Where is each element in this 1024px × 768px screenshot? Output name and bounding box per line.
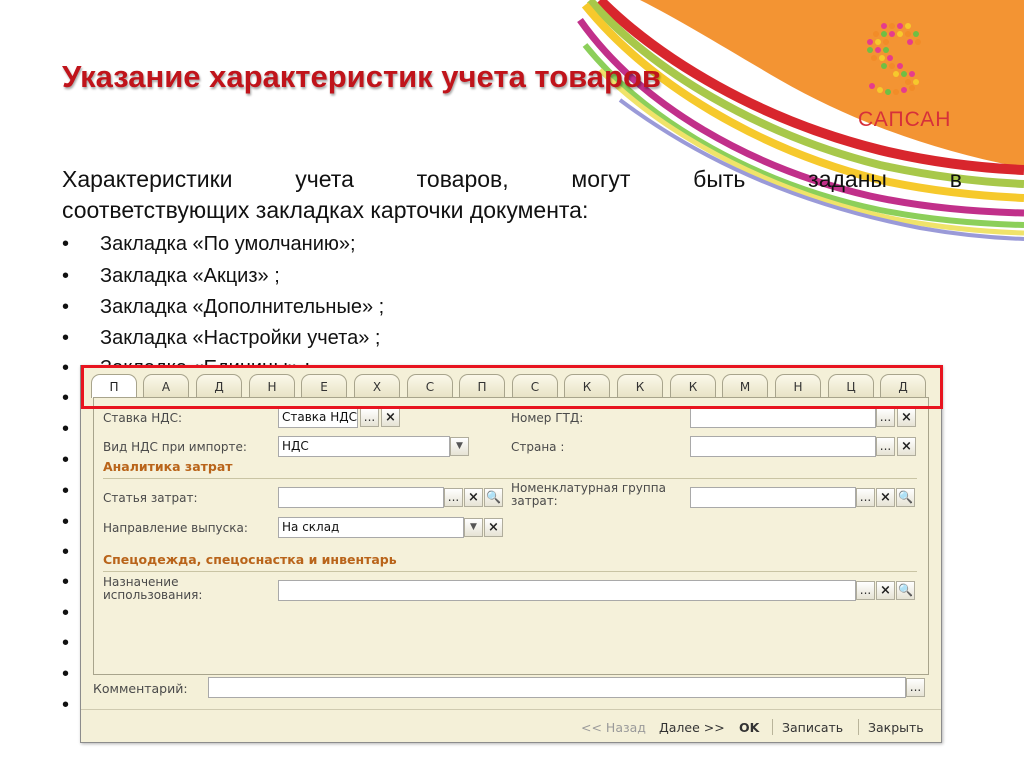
gtd-field[interactable] bbox=[690, 407, 876, 428]
cost-item-search-icon[interactable]: 🔍 bbox=[484, 488, 503, 507]
purpose-select-button[interactable]: ... bbox=[856, 581, 875, 600]
gtd-label: Номер ГТД: bbox=[511, 411, 584, 425]
output-direction-dropdown-icon[interactable]: ▼ bbox=[464, 518, 483, 537]
save-button[interactable]: Записать bbox=[782, 720, 843, 735]
import-vat-select[interactable]: НДС bbox=[278, 436, 450, 457]
output-direction-clear-icon[interactable]: × bbox=[484, 518, 503, 537]
section-divider bbox=[103, 571, 917, 572]
workwear-header: Спецодежда, спецоснастка и инвентарь bbox=[103, 552, 397, 567]
vat-rate-field[interactable]: Ставка НДС bbox=[278, 407, 358, 428]
nomenclature-group-label: Номенклатурная группа затрат: bbox=[511, 481, 666, 508]
intro-word: в bbox=[949, 166, 962, 192]
comment-label: Комментарий: bbox=[93, 681, 188, 696]
comment-select-button[interactable]: ... bbox=[906, 678, 925, 697]
document-card-form: П А Д Н Е Х С П С К К К М Н Ц Д Ставка Н… bbox=[80, 365, 942, 743]
cost-item-select-button[interactable]: ... bbox=[444, 488, 463, 507]
import-vat-label: Вид НДС при импорте: bbox=[103, 440, 247, 454]
country-label: Страна : bbox=[511, 440, 565, 454]
close-button[interactable]: Закрыть bbox=[868, 720, 924, 735]
nomenclature-group-search-icon[interactable]: 🔍 bbox=[896, 488, 915, 507]
intro-word: могут bbox=[571, 166, 631, 192]
intro-word: товаров, bbox=[416, 166, 509, 192]
intro-line-1: Характеристики учета товаров, могут быть… bbox=[62, 164, 962, 195]
purpose-clear-icon[interactable]: × bbox=[876, 581, 895, 600]
output-direction-label: Направление выпуска: bbox=[103, 521, 248, 535]
cost-analytics-header: Аналитика затрат bbox=[103, 459, 233, 474]
intro-word: быть bbox=[693, 166, 746, 192]
cost-item-label: Статья затрат: bbox=[103, 491, 198, 505]
nomenclature-group-clear-icon[interactable]: × bbox=[876, 488, 895, 507]
intro-word: учета bbox=[295, 166, 354, 192]
gtd-select-button[interactable]: ... bbox=[876, 408, 895, 427]
intro-paragraph: Характеристики учета товаров, могут быть… bbox=[62, 164, 962, 226]
cost-item-field[interactable] bbox=[278, 487, 444, 508]
tab-bar-highlight bbox=[81, 365, 943, 409]
import-vat-dropdown-icon[interactable]: ▼ bbox=[450, 437, 469, 456]
comment-field[interactable] bbox=[208, 677, 906, 698]
nomenclature-group-field[interactable] bbox=[690, 487, 856, 508]
intro-word: заданы bbox=[808, 166, 887, 192]
purpose-label: Назначение использования: bbox=[103, 575, 203, 602]
vat-rate-label: Ставка НДС: bbox=[103, 411, 183, 425]
intro-word: Характеристики bbox=[62, 166, 233, 192]
output-direction-select[interactable]: На склад bbox=[278, 517, 464, 538]
ok-button[interactable]: OK bbox=[739, 720, 759, 735]
gtd-clear-icon[interactable]: × bbox=[897, 408, 916, 427]
tab-panel: Ставка НДС: Ставка НДС ... × Номер ГТД: … bbox=[93, 397, 929, 675]
nomenclature-group-select-button[interactable]: ... bbox=[856, 488, 875, 507]
vat-rate-select-button[interactable]: ... bbox=[360, 408, 379, 427]
logo-text: САПСАН bbox=[858, 108, 952, 131]
country-clear-icon[interactable]: × bbox=[897, 437, 916, 456]
purpose-field[interactable] bbox=[278, 580, 856, 601]
logo-dots-icon bbox=[867, 23, 921, 95]
intro-line-2: соответствующих закладках карточки докум… bbox=[62, 197, 589, 223]
back-button[interactable]: << Назад bbox=[581, 720, 646, 735]
form-footer: << Назад Далее >> OK Записать Закрыть bbox=[81, 709, 941, 742]
button-divider bbox=[858, 719, 859, 735]
vat-rate-clear-icon[interactable]: × bbox=[381, 408, 400, 427]
slide-title: Указание характеристик учета товаров bbox=[62, 59, 661, 94]
country-field[interactable] bbox=[690, 436, 876, 457]
button-divider bbox=[772, 719, 773, 735]
country-select-button[interactable]: ... bbox=[876, 437, 895, 456]
section-divider bbox=[103, 478, 917, 479]
cost-item-clear-icon[interactable]: × bbox=[464, 488, 483, 507]
purpose-search-icon[interactable]: 🔍 bbox=[896, 581, 915, 600]
next-button[interactable]: Далее >> bbox=[659, 720, 725, 735]
